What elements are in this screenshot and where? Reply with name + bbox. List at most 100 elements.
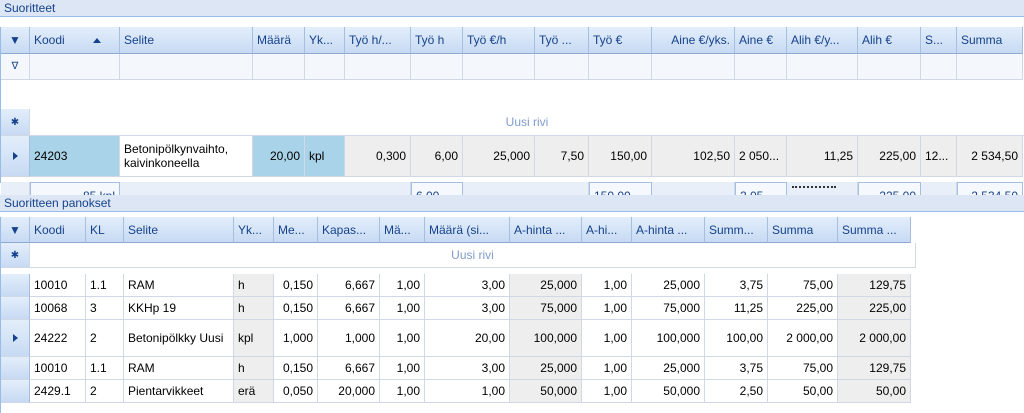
cell-ma[interactable]: 1,00 (380, 320, 425, 357)
cell-tyo-dots[interactable]: 7,50 (535, 136, 589, 177)
col-summa[interactable]: Summa (957, 27, 1023, 54)
filter-cell[interactable] (589, 54, 652, 80)
row-indicator[interactable] (1, 380, 30, 403)
cell-ma[interactable]: 1,00 (380, 274, 425, 297)
cell-summa[interactable]: 75,00 (768, 274, 838, 297)
filter-cell[interactable] (535, 54, 589, 80)
cell-summ[interactable]: 3,75 (705, 274, 768, 297)
cell-tyo-eur-h[interactable]: 25,000 (463, 136, 535, 177)
col-summa-dots[interactable]: Summa ... (838, 217, 911, 243)
cell-a-hinta-2[interactable]: 100,000 (632, 320, 705, 357)
cell-yk[interactable]: erä (234, 380, 274, 403)
cell-maara-si[interactable]: 3,00 (425, 357, 510, 380)
cell-summa[interactable]: 50,00 (768, 380, 838, 403)
current-row-indicator-icon[interactable] (1, 320, 30, 357)
filter-cell[interactable] (787, 54, 858, 80)
cell-a-hinta[interactable]: 50,000 (510, 380, 582, 403)
col-alih-eur[interactable]: Alih € (858, 27, 921, 54)
table-row[interactable]: 2429.1 2 Pientarvikkeet erä 0,050 20,000 1,00 1… (1, 380, 911, 403)
filter-cell[interactable] (463, 54, 535, 80)
cell-me[interactable]: 0,150 (274, 357, 318, 380)
col-summ[interactable]: Summ... (705, 217, 768, 243)
new-row-label[interactable]: Uusi rivi (30, 243, 916, 268)
col-selite[interactable]: Selite (124, 217, 234, 243)
panokset-grid[interactable]: ▼ Koodi KL Selite Yk... Me... Kapas... M… (0, 217, 917, 413)
cell-a-hinta-2[interactable]: 75,000 (632, 297, 705, 320)
cell-summa-dots[interactable]: 2 000,00 (838, 320, 911, 357)
cell-a-hi[interactable]: 1,00 (582, 274, 632, 297)
table-row[interactable]: 10010 1.1 RAM h 0,150 6,667 1,00 3,00 25,000 1,00… (1, 274, 911, 297)
col-alih-eur-yks[interactable]: Alih €/y... (787, 27, 858, 54)
cell-me[interactable]: 0,150 (274, 274, 318, 297)
filter-cell[interactable] (253, 54, 305, 80)
col-kl[interactable]: KL (86, 217, 124, 243)
col-a-hinta-2[interactable]: A-hinta ... (632, 217, 705, 243)
filter-cell[interactable] (345, 54, 411, 80)
cell-koodi[interactable]: 10068 (30, 297, 86, 320)
cell-yk[interactable]: h (234, 297, 274, 320)
cell-summa[interactable]: 225,00 (768, 297, 838, 320)
cell-aine-eur[interactable]: 2 050... (735, 136, 787, 177)
cell-kapas[interactable]: 6,667 (318, 357, 380, 380)
col-s[interactable]: S... (921, 27, 957, 54)
cell-summa-dots[interactable]: 129,75 (838, 274, 911, 297)
table-row[interactable]: 10010 1.1 RAM h 0,150 6,667 1,00 3,00 25,000 1,00… (1, 357, 911, 380)
col-summa[interactable]: Summa (768, 217, 838, 243)
cell-a-hinta[interactable]: 25,000 (510, 357, 582, 380)
cell-a-hinta-2[interactable]: 25,000 (632, 274, 705, 297)
cell-a-hi[interactable]: 1,00 (582, 320, 632, 357)
col-tyo-dots[interactable]: Työ ... (535, 27, 589, 54)
cell-maara[interactable]: 20,00 (253, 136, 305, 177)
cell-a-hinta[interactable]: 25,000 (510, 274, 582, 297)
cell-kl[interactable]: 2 (86, 320, 124, 357)
cell-summ[interactable]: 3,75 (705, 357, 768, 380)
cell-kl[interactable]: 1.1 (86, 274, 124, 297)
filter-cell[interactable] (921, 54, 957, 80)
cell-koodi[interactable]: 10010 (30, 357, 86, 380)
cell-kapas[interactable]: 6,667 (318, 297, 380, 320)
cell-a-hi[interactable]: 1,00 (582, 297, 632, 320)
filter-cell[interactable] (120, 54, 253, 80)
cell-summa-dots[interactable]: 50,00 (838, 380, 911, 403)
cell-summa-dots[interactable]: 225,00 (838, 297, 911, 320)
cell-tyo-eur[interactable]: 150,00 (589, 136, 652, 177)
col-ma[interactable]: Mä... (380, 217, 425, 243)
col-tyo-h-yks[interactable]: Työ h/... (345, 27, 411, 54)
filter-cell[interactable] (735, 54, 787, 80)
cell-selite[interactable]: Betonipölkynvaihto, kaivinkoneella (120, 136, 253, 177)
col-tyo-eur-h[interactable]: Työ €/h (463, 27, 535, 54)
cell-ma[interactable]: 1,00 (380, 297, 425, 320)
col-maara-si[interactable]: Määrä (si... (425, 217, 510, 243)
filter-icon[interactable]: ∇ (1, 54, 30, 80)
cell-selite[interactable]: KKHp 19 (124, 297, 234, 320)
cell-summa-dots[interactable]: 129,75 (838, 357, 911, 380)
table-row[interactable]: 24203 Betonipölkynvaihto, kaivinkoneella… (1, 136, 1023, 177)
row-indicator[interactable] (1, 297, 30, 320)
cell-a-hinta[interactable]: 75,000 (510, 297, 582, 320)
cell-kl[interactable]: 2 (86, 380, 124, 403)
cell-aine-eur-yks[interactable]: 102,50 (652, 136, 735, 177)
cell-koodi[interactable]: 2429.1 (30, 380, 86, 403)
cell-selite[interactable]: Pientarvikkeet (124, 380, 234, 403)
cell-kapas[interactable]: 1,000 (318, 320, 380, 357)
column-chooser-icon[interactable]: ▼ (1, 217, 30, 243)
cell-koodi[interactable]: 24222 (30, 320, 86, 357)
cell-a-hinta[interactable]: 100,000 (510, 320, 582, 357)
row-indicator[interactable] (1, 274, 30, 297)
cell-yk[interactable]: kpl (305, 136, 345, 177)
cell-maara-si[interactable]: 3,00 (425, 297, 510, 320)
cell-a-hi[interactable]: 1,00 (582, 380, 632, 403)
col-selite[interactable]: Selite (120, 27, 253, 54)
filter-cell[interactable] (30, 54, 120, 80)
cell-a-hi[interactable]: 1,00 (582, 357, 632, 380)
col-a-hinta-1[interactable]: A-hinta ... (510, 217, 582, 243)
cell-summa[interactable]: 75,00 (768, 357, 838, 380)
col-yk[interactable]: Yk... (234, 217, 274, 243)
cell-a-hinta-2[interactable]: 25,000 (632, 357, 705, 380)
cell-me[interactable]: 1,000 (274, 320, 318, 357)
new-row[interactable]: ✱ Uusi rivi (1, 109, 1024, 136)
cell-summ[interactable]: 2,50 (705, 380, 768, 403)
cell-s[interactable]: 12... (921, 136, 957, 177)
col-aine-eur-yks[interactable]: Aine €/yks. (652, 27, 735, 54)
col-aine-eur[interactable]: Aine € (735, 27, 787, 54)
